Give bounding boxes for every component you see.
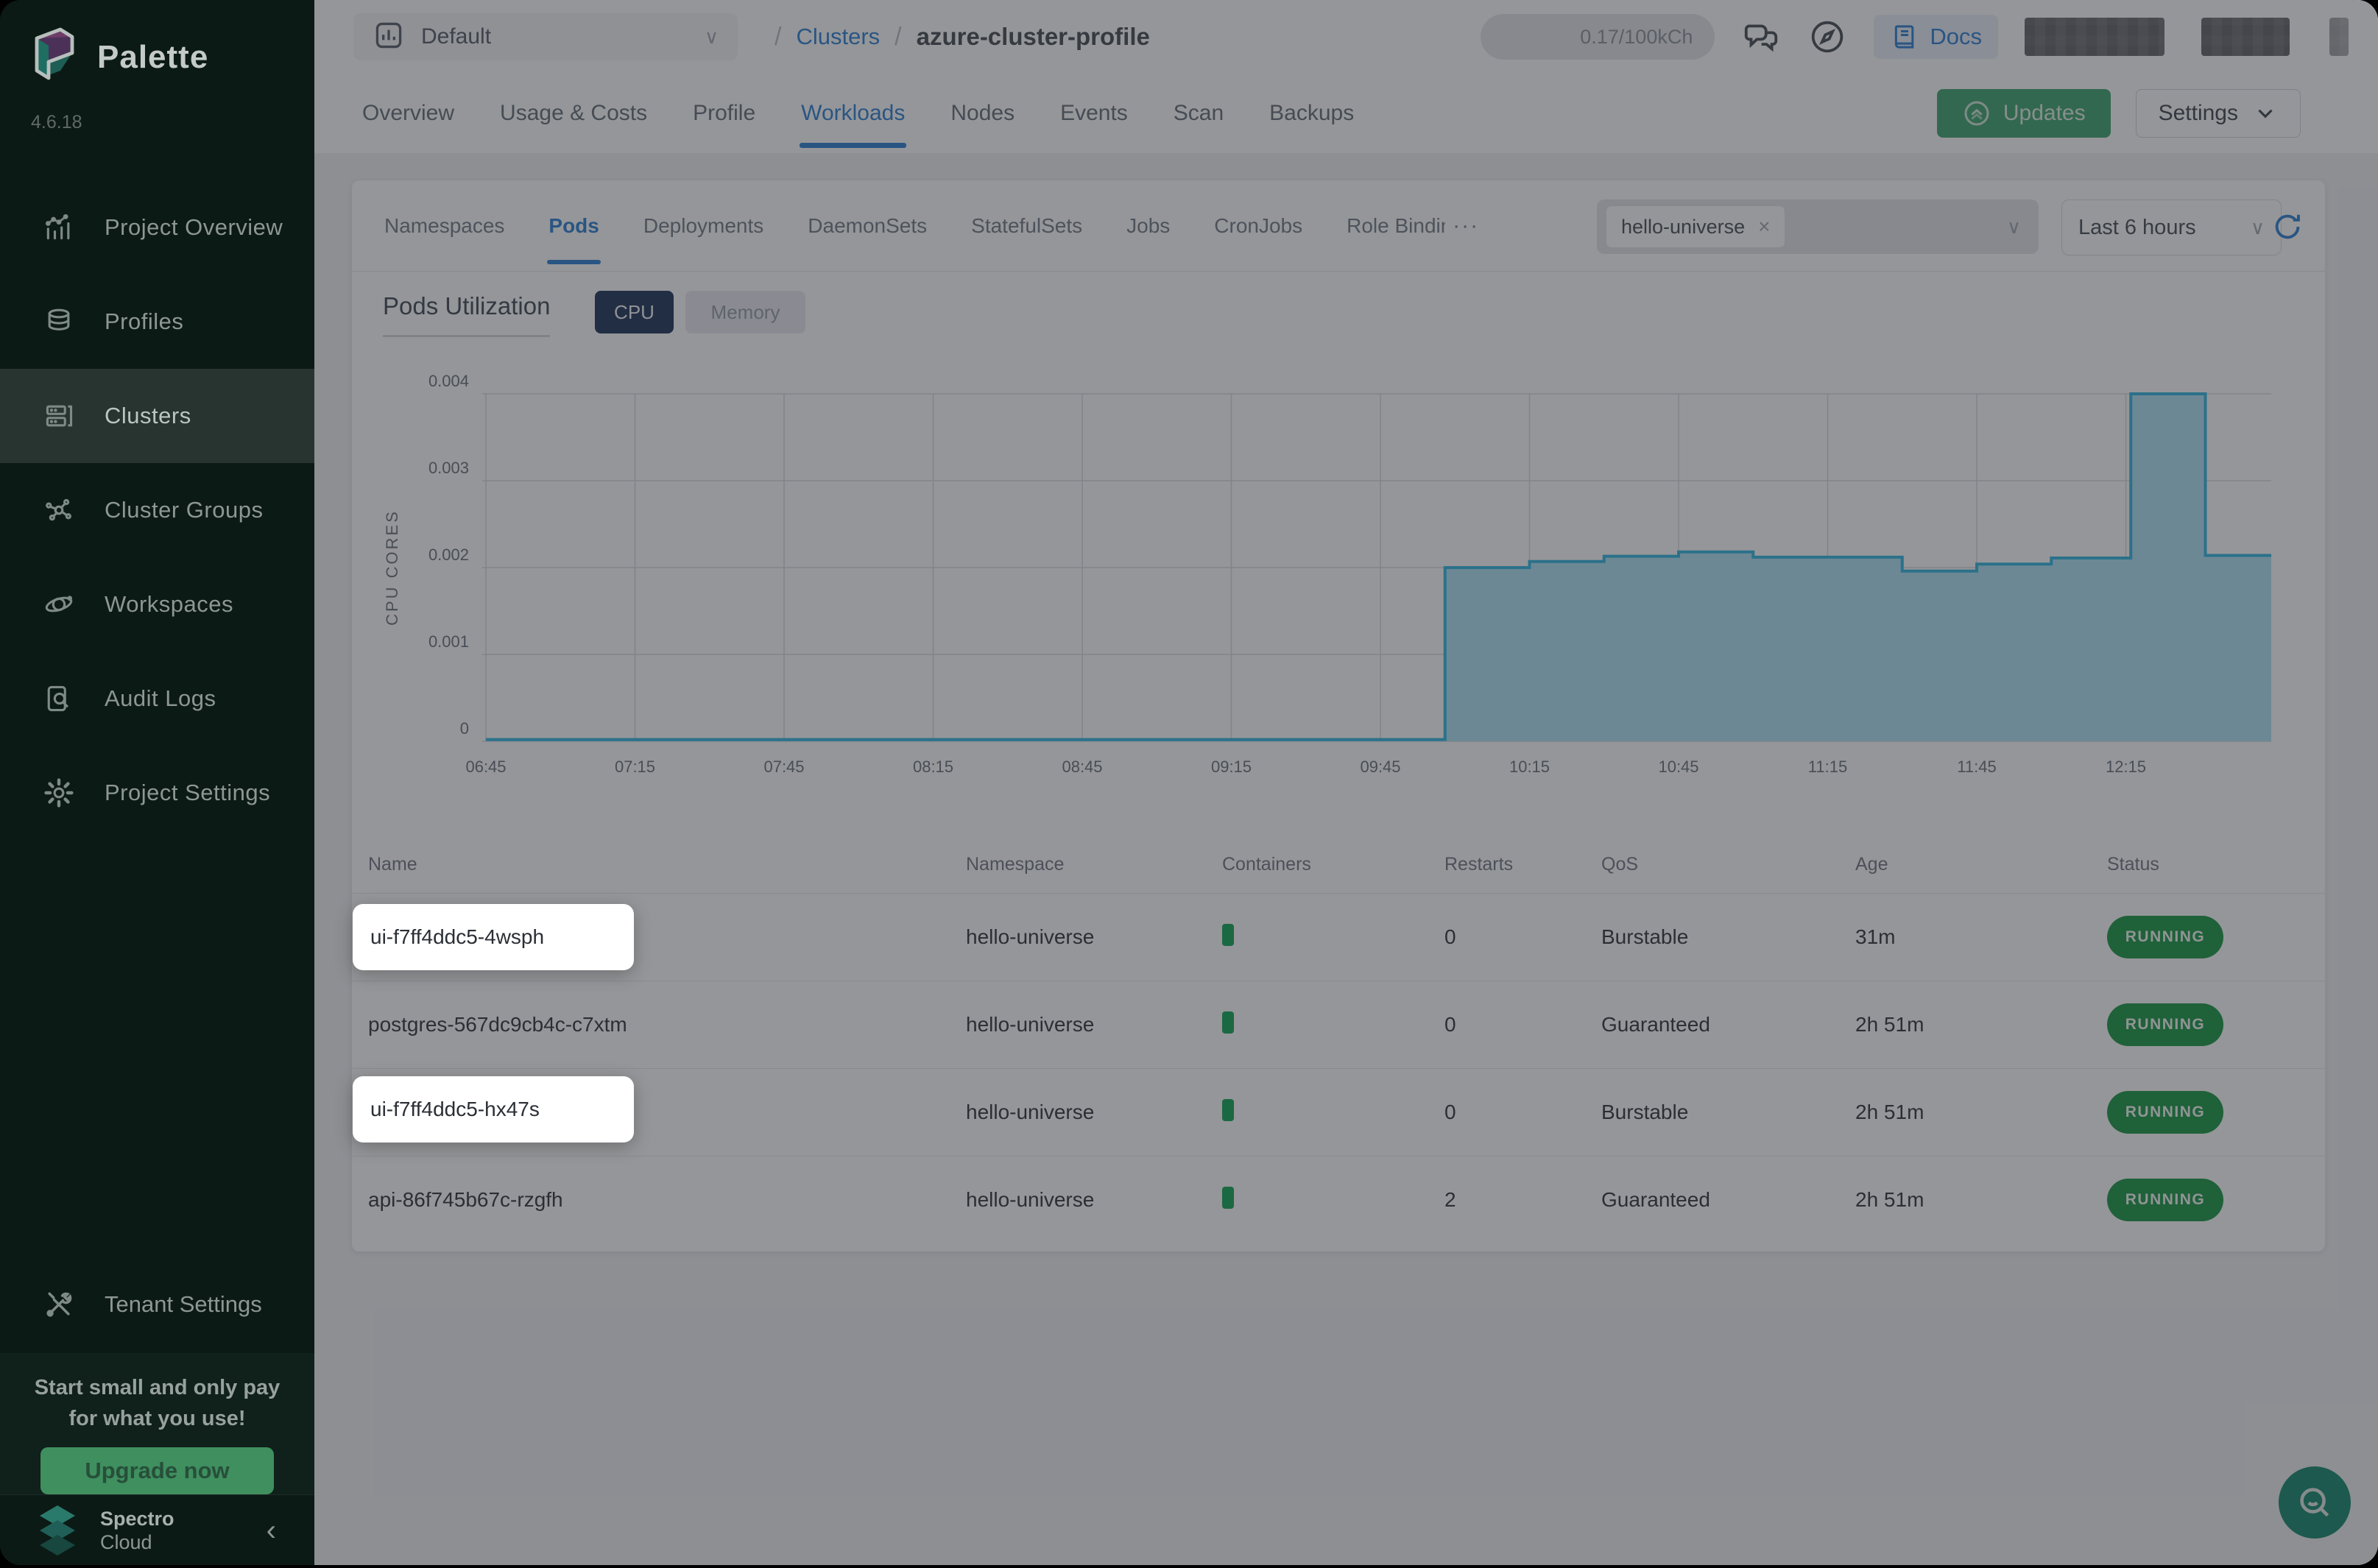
spectro-cloud-name: SpectroCloud bbox=[100, 1507, 174, 1554]
palette-logo-icon bbox=[28, 27, 81, 88]
sidebar-item-label: Cluster Groups bbox=[105, 497, 263, 523]
sidebar-item-label: Audit Logs bbox=[105, 685, 216, 712]
sidebar-footer: SpectroCloud ‹ bbox=[0, 1494, 314, 1565]
sidebar-item-audit-logs[interactable]: Audit Logs bbox=[0, 651, 314, 746]
promo-text: Start small and only pay for what you us… bbox=[0, 1372, 314, 1434]
upgrade-promo: Start small and only pay for what you us… bbox=[0, 1353, 314, 1494]
spectro-cloud-logo-icon bbox=[34, 1502, 81, 1559]
main-area: Default ∨ / Clusters / azure-cluster-pro… bbox=[314, 0, 2378, 1565]
sidebar-item-label: Project Overview bbox=[105, 214, 283, 241]
tutorial-dim-overlay bbox=[314, 0, 2378, 1565]
spotlight-pod-name-2[interactable]: ui-f7ff4ddc5-hx47s bbox=[353, 1076, 634, 1143]
sidebar-item-label: Tenant Settings bbox=[105, 1291, 262, 1318]
sidebar-item-cluster-groups[interactable]: Cluster Groups bbox=[0, 463, 314, 557]
upgrade-now-button[interactable]: Upgrade now bbox=[40, 1447, 273, 1494]
sidebar-item-label: Profiles bbox=[105, 308, 183, 335]
brand: Palette bbox=[28, 27, 208, 88]
sidebar-item-project-overview[interactable]: Project Overview bbox=[0, 180, 314, 275]
layers-icon bbox=[43, 306, 75, 338]
app-version: 4.6.18 bbox=[31, 112, 82, 133]
sidebar-item-profiles[interactable]: Profiles bbox=[0, 275, 314, 369]
sidebar-item-project-settings[interactable]: Project Settings bbox=[0, 746, 314, 840]
sidebar-item-tenant-settings[interactable]: Tenant Settings bbox=[0, 1260, 357, 1349]
sidebar-item-workspaces[interactable]: Workspaces bbox=[0, 557, 314, 651]
gear-icon bbox=[43, 777, 75, 809]
sidebar-item-label: Workspaces bbox=[105, 591, 233, 618]
collapse-sidebar-icon[interactable]: ‹ bbox=[267, 1514, 276, 1547]
audit-logs-icon bbox=[43, 682, 75, 715]
sidebar-item-label: Clusters bbox=[105, 403, 191, 429]
app-window: Palette 4.6.18 Project Overview Profiles… bbox=[0, 0, 2378, 1565]
tools-icon bbox=[43, 1288, 75, 1321]
workspaces-icon bbox=[43, 588, 75, 621]
cluster-groups-icon bbox=[43, 494, 75, 526]
sidebar-item-clusters[interactable]: Clusters bbox=[0, 369, 314, 463]
chart-icon bbox=[43, 211, 75, 244]
clusters-icon bbox=[43, 400, 75, 432]
sidebar-nav: Project Overview Profiles Clusters Clust… bbox=[0, 180, 314, 840]
brand-name: Palette bbox=[97, 39, 208, 76]
sidebar-item-label: Project Settings bbox=[105, 780, 270, 806]
sidebar: Palette 4.6.18 Project Overview Profiles… bbox=[0, 0, 314, 1565]
spotlight-pod-name-1[interactable]: ui-f7ff4ddc5-4wsph bbox=[353, 904, 634, 970]
